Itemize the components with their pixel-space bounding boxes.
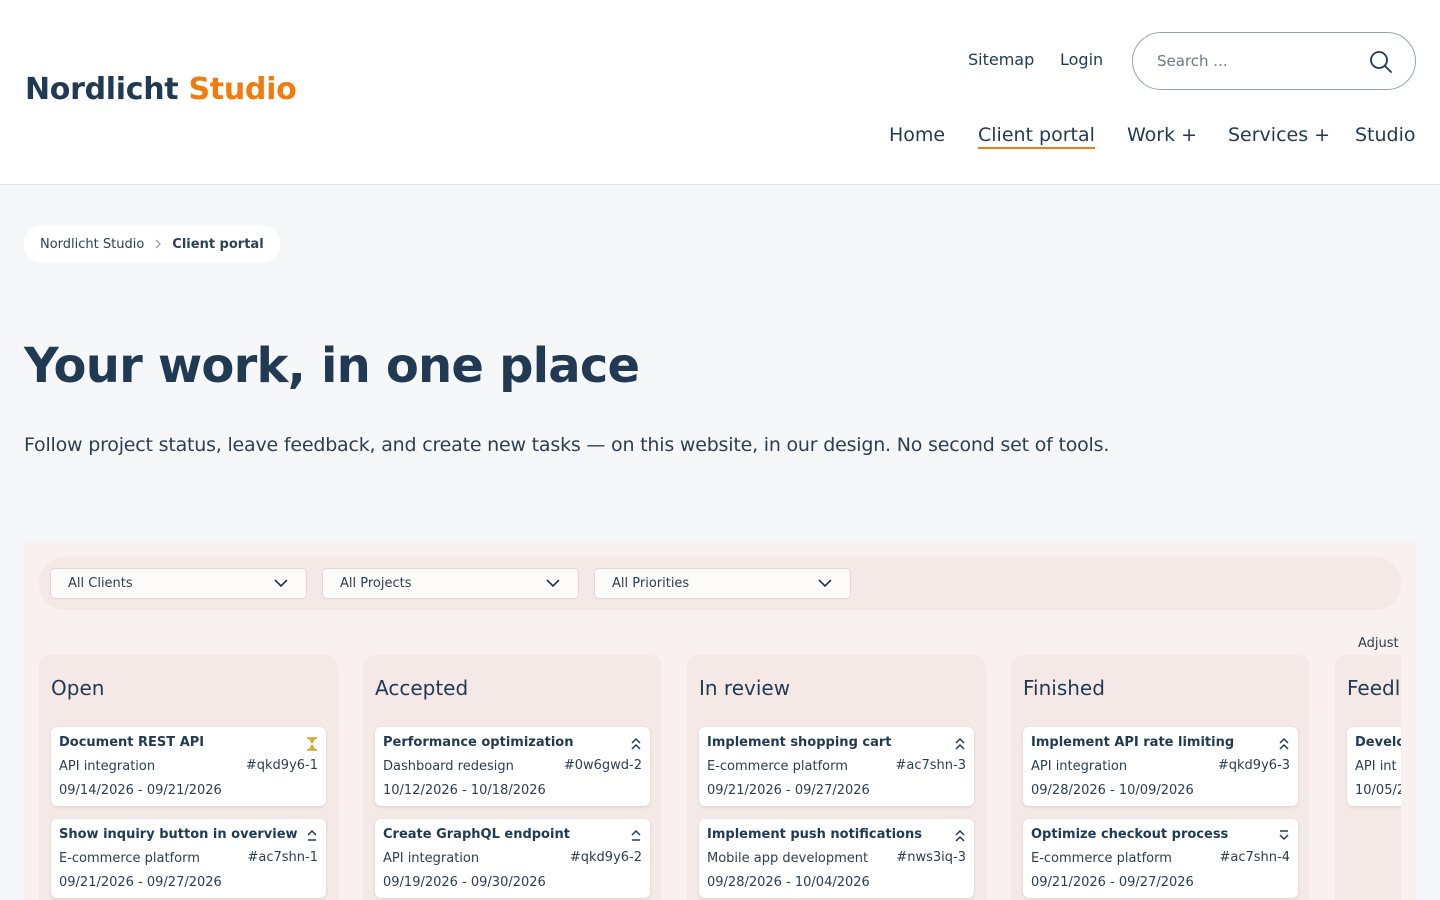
task-card[interactable]: Develo API int 10/05/2	[1347, 727, 1401, 806]
task-id: #ac7shn-1	[247, 850, 319, 865]
priority-low-icon	[1279, 830, 1289, 841]
column-finished: Finished Implement API rate limiting API…	[1011, 655, 1310, 900]
task-card[interactable]: Create GraphQL endpoint API integration …	[375, 819, 650, 898]
task-title: Create GraphQL endpoint	[383, 827, 570, 842]
filter-bar: All Clients All Projects All Priorities	[39, 557, 1401, 610]
search-icon[interactable]	[1369, 50, 1393, 74]
task-project: E-commerce platform	[59, 851, 200, 866]
search-box	[1132, 32, 1416, 90]
task-project: E-commerce platform	[707, 759, 848, 774]
chevron-down-icon	[274, 579, 288, 588]
task-dates: 09/19/2026 - 09/30/2026	[383, 875, 546, 890]
task-title: Document REST API	[59, 735, 205, 750]
task-project: API integration	[59, 759, 156, 774]
priority-filter-label: All Priorities	[612, 576, 690, 591]
task-card[interactable]: Implement API rate limiting API integrat…	[1023, 727, 1298, 806]
site-header: Nordlicht Studio Sitemap Login Home Clie…	[0, 0, 1440, 185]
priority-high-icon	[955, 737, 965, 750]
task-project: API integration	[383, 851, 480, 866]
task-title: Develo	[1355, 735, 1401, 750]
breadcrumb-current: Client portal	[172, 236, 264, 252]
project-filter-select[interactable]: All Projects	[322, 568, 579, 599]
nav-work[interactable]: Work +	[1127, 124, 1197, 146]
breadcrumb: Nordlicht Studio Client portal	[24, 225, 280, 263]
task-project: Mobile app development	[707, 851, 869, 866]
task-project: API int	[1355, 759, 1397, 774]
column-title: Feedl	[1347, 676, 1401, 700]
client-filter-label: All Clients	[68, 576, 133, 591]
task-title: Show inquiry button in overview	[59, 827, 298, 842]
task-title: Implement shopping cart	[707, 735, 892, 750]
project-filter-label: All Projects	[340, 576, 412, 591]
priority-up-icon	[631, 829, 641, 841]
column-feedback: Feedl Develo API int 10/05/2	[1335, 655, 1401, 900]
priority-high-icon	[955, 829, 965, 842]
task-title: Optimize checkout process	[1031, 827, 1229, 842]
task-project: E-commerce platform	[1031, 851, 1172, 866]
task-card[interactable]: Optimize checkout process E-commerce pla…	[1023, 819, 1298, 898]
task-dates: 10/12/2026 - 10/18/2026	[383, 783, 546, 798]
column-in-review: In review Implement shopping cart E-comm…	[687, 655, 986, 900]
task-dates: 10/05/2	[1355, 783, 1401, 798]
task-board: All Clients All Projects All Priorities …	[24, 542, 1416, 900]
column-title: Finished	[1023, 676, 1105, 700]
task-dates: 09/21/2026 - 09/27/2026	[59, 875, 222, 890]
task-project: API integration	[1031, 759, 1128, 774]
column-accepted: Accepted Performance optimization Dashbo…	[363, 655, 662, 900]
task-id: #nws3iq-3	[896, 850, 966, 865]
task-dates: 09/21/2026 - 09/27/2026	[707, 783, 870, 798]
column-title: Open	[51, 676, 105, 700]
task-project: Dashboard redesign	[383, 759, 514, 774]
task-card[interactable]: Implement shopping cart E-commerce platf…	[699, 727, 974, 806]
logo-accent: Studio	[188, 72, 297, 107]
logo-name: Nordlicht	[25, 72, 179, 107]
nav-client-portal[interactable]: Client portal	[978, 124, 1095, 149]
nav-services[interactable]: Services +	[1228, 124, 1330, 146]
client-filter-select[interactable]: All Clients	[50, 568, 307, 599]
task-id: #0w6gwd-2	[563, 758, 642, 773]
column-title: Accepted	[375, 676, 469, 700]
chevron-down-icon	[546, 579, 560, 588]
task-id: #ac7shn-4	[1219, 850, 1291, 865]
hourglass-icon	[307, 737, 317, 751]
task-card[interactable]: Performance optimization Dashboard redes…	[375, 727, 650, 806]
task-id: #qkd9y6-1	[245, 758, 318, 773]
breadcrumb-home-link[interactable]: Nordlicht Studio	[40, 237, 144, 252]
chevron-right-icon	[155, 239, 162, 249]
task-dates: 09/28/2026 - 10/09/2026	[1031, 783, 1194, 798]
task-card[interactable]: Show inquiry button in overview E-commer…	[51, 819, 326, 898]
page-lead: Follow project status, leave feedback, a…	[24, 434, 1110, 456]
site-logo[interactable]: Nordlicht Studio	[25, 72, 297, 107]
search-input[interactable]	[1157, 33, 1367, 89]
priority-high-icon	[631, 737, 641, 750]
task-card[interactable]: Implement push notifications Mobile app …	[699, 819, 974, 898]
nav-studio[interactable]: Studio	[1355, 124, 1416, 146]
priority-filter-select[interactable]: All Priorities	[594, 568, 851, 599]
sitemap-link[interactable]: Sitemap	[968, 50, 1034, 69]
column-title: In review	[699, 676, 791, 700]
chevron-down-icon	[818, 579, 832, 588]
column-open: Open Document REST API API integration #…	[39, 655, 338, 900]
task-title: Implement push notifications	[707, 827, 922, 842]
priority-high-icon	[1279, 737, 1289, 750]
task-title: Performance optimization	[383, 735, 574, 750]
login-link[interactable]: Login	[1060, 50, 1103, 69]
task-id: #ac7shn-3	[895, 758, 967, 773]
task-title: Implement API rate limiting	[1031, 735, 1235, 750]
task-id: #qkd9y6-2	[569, 850, 642, 865]
adjust-button[interactable]: Adjust	[1358, 636, 1399, 651]
task-id: #qkd9y6-3	[1217, 758, 1290, 773]
task-dates: 09/21/2026 - 09/27/2026	[1031, 875, 1194, 890]
task-dates: 09/28/2026 - 10/04/2026	[707, 875, 870, 890]
page-title: Your work, in one place	[24, 338, 640, 394]
task-dates: 09/14/2026 - 09/21/2026	[59, 783, 222, 798]
priority-up-icon	[307, 829, 317, 841]
nav-home[interactable]: Home	[889, 124, 945, 146]
task-card[interactable]: Document REST API API integration #qkd9y…	[51, 727, 326, 806]
